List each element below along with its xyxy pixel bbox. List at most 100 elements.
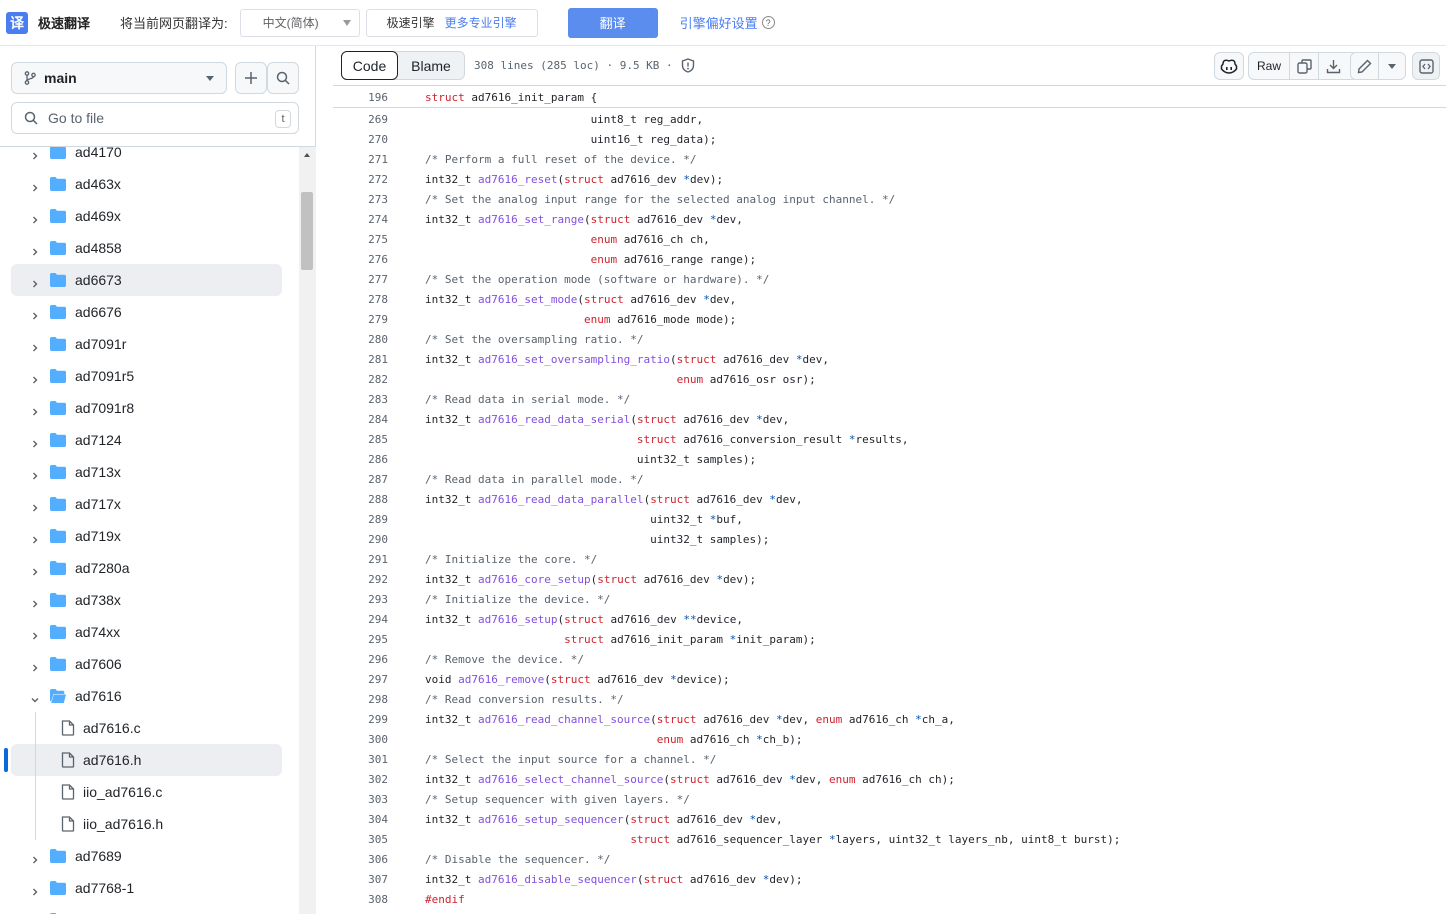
tree-file[interactable]: iio_ad7616.h xyxy=(0,808,298,840)
line-number[interactable]: 282 xyxy=(328,373,388,386)
tree-folder[interactable]: ad717x xyxy=(0,488,298,520)
line-number[interactable]: 277 xyxy=(328,273,388,286)
line-number[interactable]: 275 xyxy=(328,233,388,246)
tree-folder[interactable]: ad7768 xyxy=(0,904,298,914)
tree-folder[interactable]: ad463x xyxy=(0,168,298,200)
more-engines-link[interactable]: 更多专业引擎 xyxy=(445,14,517,31)
tree-folder[interactable]: ad4858 xyxy=(0,232,298,264)
line-number[interactable]: 306 xyxy=(328,853,388,866)
chevron-right-icon[interactable] xyxy=(31,851,39,864)
line-number[interactable]: 279 xyxy=(328,313,388,326)
download-button[interactable] xyxy=(1319,59,1347,74)
chevron-right-icon[interactable] xyxy=(31,563,39,576)
copilot-button[interactable] xyxy=(1214,52,1244,80)
line-number[interactable]: 291 xyxy=(328,553,388,566)
help-icon[interactable]: ? xyxy=(761,16,775,29)
line-number[interactable]: 269 xyxy=(328,113,388,126)
add-file-button[interactable] xyxy=(235,62,267,94)
copy-raw-button[interactable] xyxy=(1290,58,1318,74)
line-number[interactable]: 273 xyxy=(328,193,388,206)
edit-menu-button[interactable] xyxy=(1379,63,1405,69)
line-number[interactable]: 297 xyxy=(328,673,388,686)
branch-selector[interactable]: main xyxy=(11,62,227,94)
line-number[interactable]: 305 xyxy=(328,833,388,846)
chevron-right-icon[interactable] xyxy=(31,403,39,416)
line-number[interactable]: 287 xyxy=(328,473,388,486)
chevron-right-icon[interactable] xyxy=(31,339,39,352)
chevron-right-icon[interactable] xyxy=(31,211,39,224)
chevron-right-icon[interactable] xyxy=(31,307,39,320)
tree-folder[interactable]: ad719x xyxy=(0,520,298,552)
line-number[interactable]: 276 xyxy=(328,253,388,266)
search-files-button[interactable] xyxy=(267,62,299,94)
line-number[interactable]: 300 xyxy=(328,733,388,746)
line-number[interactable]: 301 xyxy=(328,753,388,766)
line-number[interactable]: 289 xyxy=(328,513,388,526)
tree-folder[interactable]: ad7606 xyxy=(0,648,298,680)
chevron-right-icon[interactable] xyxy=(31,883,39,896)
chevron-right-icon[interactable] xyxy=(31,147,39,160)
tree-folder[interactable]: ad7124 xyxy=(0,424,298,456)
line-number[interactable]: 295 xyxy=(328,633,388,646)
chevron-down-icon[interactable] xyxy=(31,691,39,703)
line-number[interactable]: 307 xyxy=(328,873,388,886)
tree-folder[interactable]: ad7280a xyxy=(0,552,298,584)
line-number[interactable]: 272 xyxy=(328,173,388,186)
tree-folder[interactable]: ad6673 xyxy=(11,264,282,296)
shield-icon[interactable] xyxy=(681,58,695,73)
line-number[interactable]: 299 xyxy=(328,713,388,726)
line-number[interactable]: 298 xyxy=(328,693,388,706)
chevron-right-icon[interactable] xyxy=(31,179,39,192)
go-to-file-input[interactable]: Go to file t xyxy=(11,102,299,134)
line-number[interactable]: 294 xyxy=(328,613,388,626)
translate-button[interactable]: 翻译 xyxy=(567,7,658,38)
chevron-right-icon[interactable] xyxy=(31,467,39,480)
line-number[interactable]: 303 xyxy=(328,793,388,806)
chevron-right-icon[interactable] xyxy=(31,435,39,448)
tab-blame[interactable]: Blame xyxy=(398,52,464,79)
tree-file[interactable]: ad7616.h xyxy=(4,744,282,776)
line-number[interactable]: 274 xyxy=(328,213,388,226)
line-number[interactable]: 285 xyxy=(328,433,388,446)
line-number[interactable]: 304 xyxy=(328,813,388,826)
line-number[interactable]: 290 xyxy=(328,533,388,546)
line-number[interactable]: 283 xyxy=(328,393,388,406)
sticky-header-line[interactable]: 196 struct ad7616_init_param { xyxy=(333,87,1446,108)
line-number[interactable]: 288 xyxy=(328,493,388,506)
line-number[interactable]: 284 xyxy=(328,413,388,426)
scrollbar-thumb[interactable] xyxy=(301,192,313,270)
line-number[interactable]: 293 xyxy=(328,593,388,606)
chevron-right-icon[interactable] xyxy=(31,595,39,608)
line-number[interactable]: 196 xyxy=(328,91,388,104)
tree-folder[interactable]: ad7768-1 xyxy=(0,872,298,904)
line-number[interactable]: 302 xyxy=(328,773,388,786)
edit-file-button[interactable] xyxy=(1351,59,1378,74)
line-number[interactable]: 280 xyxy=(328,333,388,346)
line-number[interactable]: 296 xyxy=(328,653,388,666)
chevron-right-icon[interactable] xyxy=(31,275,39,288)
tree-folder[interactable]: ad6676 xyxy=(0,296,298,328)
raw-button[interactable]: Raw xyxy=(1249,59,1289,73)
tree-folder[interactable]: ad469x xyxy=(0,200,298,232)
chevron-right-icon[interactable] xyxy=(31,371,39,384)
tree-folder[interactable]: ad738x xyxy=(0,584,298,616)
tree-folder[interactable]: ad4170 xyxy=(0,147,298,168)
chevron-right-icon[interactable] xyxy=(31,499,39,512)
line-number[interactable]: 292 xyxy=(328,573,388,586)
engine-select[interactable]: 极速引擎 更多专业引擎 xyxy=(365,8,538,37)
tree-folder[interactable]: ad7689 xyxy=(0,840,298,872)
tree-file[interactable]: iio_ad7616.c xyxy=(0,776,298,808)
line-number[interactable]: 281 xyxy=(328,353,388,366)
tree-folder[interactable]: ad74xx xyxy=(0,616,298,648)
tab-code[interactable]: Code xyxy=(341,51,398,80)
tree-file[interactable]: ad7616.c xyxy=(0,712,298,744)
chevron-right-icon[interactable] xyxy=(31,659,39,672)
chevron-right-icon[interactable] xyxy=(31,627,39,640)
scroll-up-icon[interactable] xyxy=(304,153,310,157)
target-language-select[interactable]: 中文(简体) xyxy=(239,8,360,37)
tree-folder[interactable]: ad713x xyxy=(0,456,298,488)
chevron-right-icon[interactable] xyxy=(31,243,39,256)
line-number[interactable]: 308 xyxy=(328,893,388,906)
line-number[interactable]: 271 xyxy=(328,153,388,166)
line-number[interactable]: 278 xyxy=(328,293,388,306)
